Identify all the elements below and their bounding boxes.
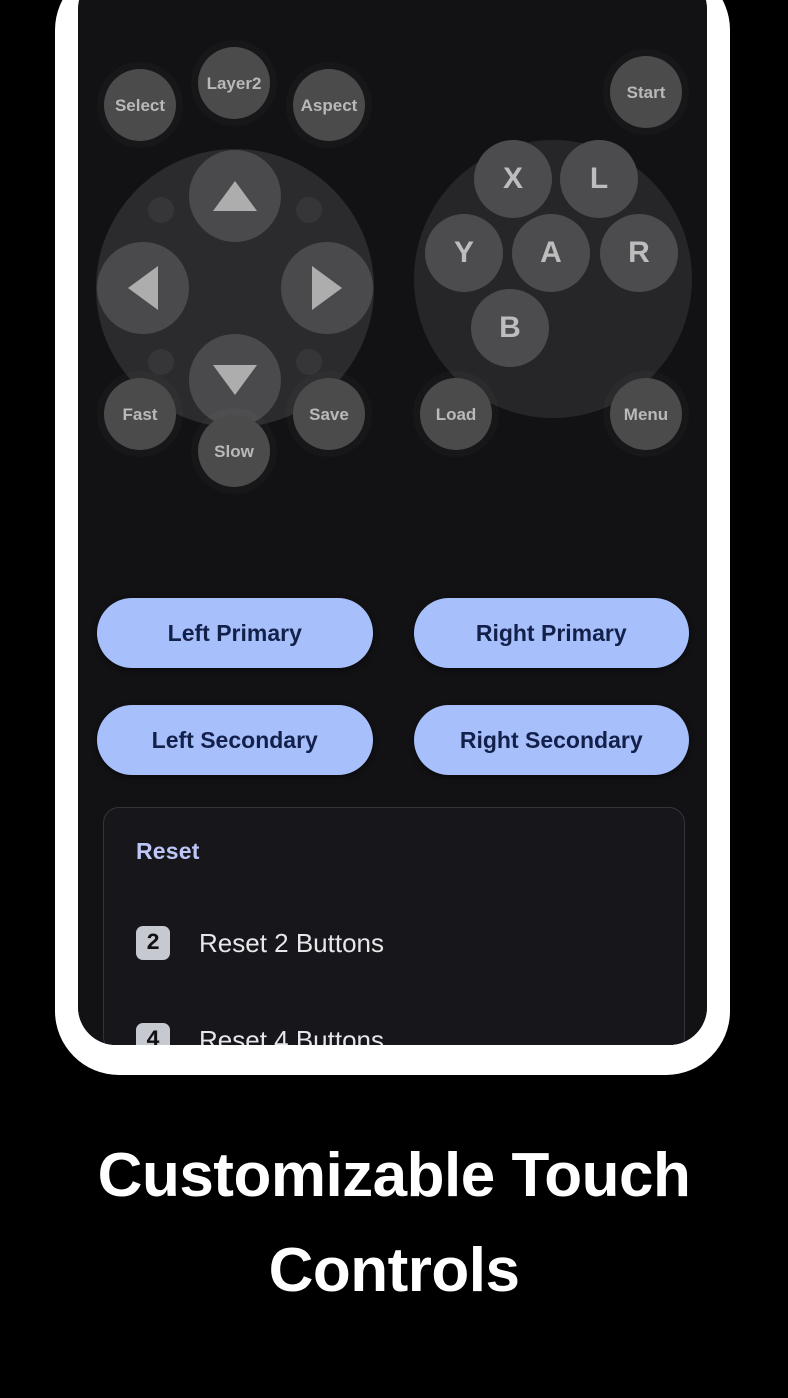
aspect-button-label: Aspect — [300, 95, 358, 115]
slow-button-label: Slow — [214, 441, 254, 461]
b-button-label: B — [499, 311, 521, 344]
promo-caption-line2: Controls — [268, 1236, 520, 1306]
reset-panel-title: Reset — [136, 838, 200, 864]
reset-4-buttons-label: Reset 4 Buttons — [199, 1024, 384, 1046]
left-primary-button[interactable]: Left Primary — [97, 598, 373, 668]
right-primary-button[interactable]: Right Primary — [413, 598, 689, 668]
save-button[interactable]: Save — [293, 378, 365, 450]
fast-button[interactable]: Fast — [104, 378, 176, 450]
save-button-label: Save — [309, 404, 349, 424]
dpad-diagonal-downleft-dot[interactable] — [148, 349, 174, 375]
x-button-label: X — [502, 162, 523, 195]
start-button-label: Start — [626, 82, 666, 102]
triangle-right-icon — [312, 266, 342, 310]
start-button[interactable]: Start — [610, 56, 682, 128]
layer2-button[interactable]: Layer2 — [198, 47, 270, 119]
dpad-diagonal-upright-dot[interactable] — [296, 197, 322, 223]
promo-caption: Customizable Touch Controls — [0, 1128, 788, 1319]
fast-button-label: Fast — [122, 404, 158, 424]
a-button-label: A — [540, 236, 562, 269]
number-4-badge-icon: 4 — [136, 1023, 170, 1045]
y-button[interactable]: Y — [425, 214, 503, 292]
r-button-label: R — [628, 236, 650, 269]
r-button[interactable]: R — [600, 214, 678, 292]
b-button[interactable]: B — [471, 289, 549, 367]
aspect-button[interactable]: Aspect — [293, 69, 365, 141]
dpad-diagonal-downright-dot[interactable] — [296, 349, 322, 375]
load-button[interactable]: Load — [420, 378, 492, 450]
dpad-diagonal-upleft-dot[interactable] — [148, 197, 174, 223]
action-button-cluster[interactable]: X L Y A R B — [414, 140, 692, 418]
a-button[interactable]: A — [512, 214, 590, 292]
menu-button[interactable]: Menu — [610, 378, 682, 450]
select-button-label: Select — [114, 95, 166, 115]
x-button[interactable]: X — [474, 140, 552, 218]
pill-row-secondary: Left Secondary Right Secondary — [97, 705, 689, 775]
l-button[interactable]: L — [560, 140, 638, 218]
dpad-up-button[interactable] — [189, 150, 281, 242]
phone-screen: Select Layer2 Aspect Fast Slow Save Star… — [78, 0, 707, 1045]
select-button[interactable]: Select — [104, 69, 176, 141]
dpad-down-button[interactable] — [189, 334, 281, 426]
triangle-up-icon — [213, 181, 257, 211]
layout-preset-buttons: Left Primary Right Primary Left Secondar… — [97, 598, 689, 812]
dpad-left-button[interactable] — [97, 242, 189, 334]
reset-2-buttons-label: Reset 2 Buttons — [199, 927, 384, 958]
triangle-down-icon — [213, 365, 257, 395]
layer2-button-label: Layer2 — [206, 73, 262, 93]
dpad-right-button[interactable] — [281, 242, 373, 334]
reset-2-buttons-item[interactable]: 2 Reset 2 Buttons — [136, 926, 384, 960]
triangle-left-icon — [128, 266, 158, 310]
left-secondary-button[interactable]: Left Secondary — [97, 705, 373, 775]
reset-panel: Reset 2 Reset 2 Buttons 4 Reset 4 Button… — [103, 807, 685, 1045]
pill-row-primary: Left Primary Right Primary — [97, 598, 689, 668]
app-screen-content: Select Layer2 Aspect Fast Slow Save Star… — [78, 0, 707, 1045]
slow-button[interactable]: Slow — [198, 415, 270, 487]
right-secondary-button[interactable]: Right Secondary — [413, 705, 689, 775]
number-2-badge-icon: 2 — [136, 926, 170, 960]
load-button-label: Load — [435, 404, 477, 424]
promo-caption-line1: Customizable Touch — [97, 1141, 691, 1210]
menu-button-label: Menu — [623, 404, 669, 424]
l-button-label: L — [589, 162, 609, 195]
y-button-label: Y — [453, 236, 474, 269]
reset-4-buttons-item[interactable]: 4 Reset 4 Buttons — [136, 1023, 384, 1045]
